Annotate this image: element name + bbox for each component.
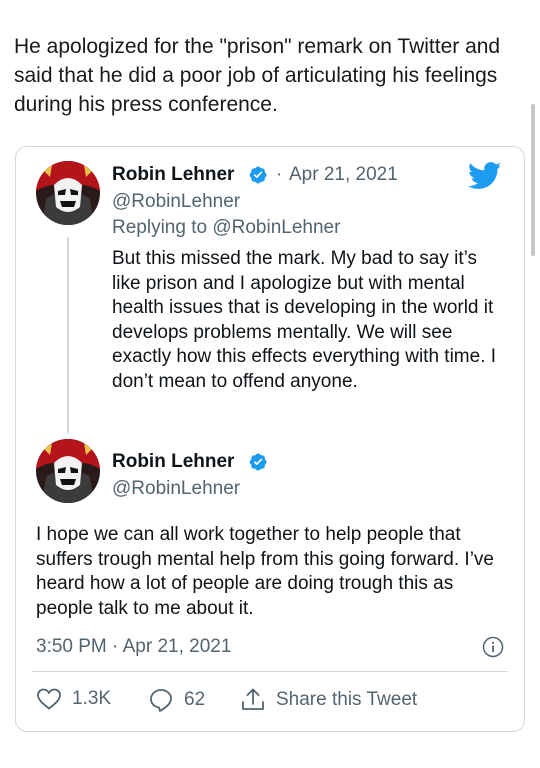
like-count: 1.3K bbox=[72, 688, 112, 709]
intro-paragraph: He apologized for the "prison" remark on… bbox=[14, 35, 501, 116]
reply-button[interactable]: 62 bbox=[148, 687, 205, 713]
thread-connector-line bbox=[67, 237, 69, 433]
divider bbox=[32, 671, 508, 672]
avatar-image bbox=[36, 439, 100, 503]
reply-count: 62 bbox=[184, 689, 206, 710]
share-button[interactable]: Share this Tweet bbox=[240, 687, 417, 713]
date-separator: · bbox=[276, 164, 283, 185]
author-name[interactable]: Robin Lehner bbox=[112, 451, 234, 473]
replying-to-label: Replying to bbox=[112, 217, 208, 238]
author-handle[interactable]: @RobinLehner bbox=[112, 478, 240, 500]
scrollbar[interactable] bbox=[531, 104, 535, 256]
author-handle[interactable]: @RobinLehner bbox=[112, 191, 240, 213]
embedded-tweet-card[interactable]: Robin Lehner · Apr 21, 2021 @RobinLehner… bbox=[15, 146, 525, 732]
twitter-bird-icon[interactable] bbox=[468, 162, 502, 190]
tweet-date[interactable]: Apr 21, 2021 bbox=[289, 164, 398, 186]
avatar-image bbox=[36, 161, 100, 225]
like-button[interactable]: 1.3K bbox=[36, 687, 111, 711]
heart-icon bbox=[37, 688, 61, 710]
share-upload-icon bbox=[242, 688, 264, 710]
author-name[interactable]: Robin Lehner bbox=[112, 164, 234, 186]
share-label: Share this Tweet bbox=[276, 689, 418, 710]
replying-to: Replying to @RobinLehner bbox=[112, 217, 340, 239]
replying-to-handle[interactable]: @RobinLehner bbox=[212, 217, 340, 238]
avatar[interactable] bbox=[36, 439, 100, 503]
info-icon[interactable] bbox=[482, 636, 504, 658]
main-tweet-text: I hope we can all work together to help … bbox=[36, 524, 494, 619]
verified-badge-icon bbox=[249, 453, 267, 471]
verified-badge-icon bbox=[249, 166, 267, 184]
avatar[interactable] bbox=[36, 161, 100, 225]
reply-tweet-text: But this missed the mark. My bad to say … bbox=[112, 248, 497, 392]
tweet-timestamp[interactable]: 3:50 PM · Apr 21, 2021 bbox=[36, 636, 231, 658]
speech-bubble-icon bbox=[150, 689, 172, 712]
